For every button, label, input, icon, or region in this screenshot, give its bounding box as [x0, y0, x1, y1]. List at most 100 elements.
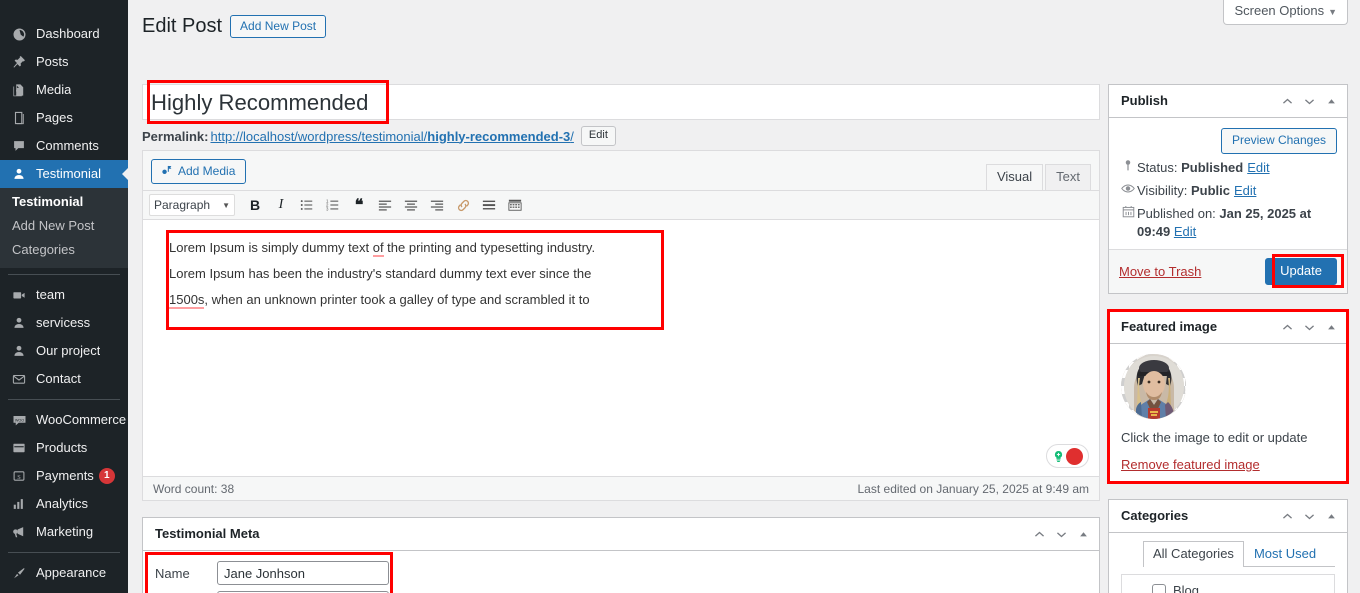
analytics-icon	[9, 494, 29, 514]
bold-icon[interactable]: B	[243, 194, 267, 216]
sidebar-item-team[interactable]: team	[0, 281, 128, 309]
move-down-icon[interactable]	[1051, 524, 1071, 544]
sidebar-item-label: Products	[36, 440, 88, 455]
post-title-input[interactable]	[143, 85, 1099, 121]
editor-tabs: Visual Text	[984, 164, 1091, 190]
move-to-trash-link[interactable]: Move to Trash	[1119, 264, 1201, 279]
chevron-down-icon: ▼	[222, 200, 230, 210]
sidebar-item-label: Dashboard	[36, 26, 100, 41]
admin-sidebar: Dashboard Posts Media Pages Comments Tes…	[0, 0, 128, 593]
sidebar-item-marketing[interactable]: Marketing	[0, 518, 128, 546]
featured-image-thumbnail[interactable]	[1121, 354, 1186, 419]
sidebar-item-servicess[interactable]: servicess	[0, 309, 128, 337]
sidebar-item-comments[interactable]: Comments	[0, 132, 128, 160]
submenu-item-testimonial[interactable]: Testimonial	[0, 190, 128, 214]
sidebar-item-label: Pages	[36, 110, 73, 125]
blockquote-icon[interactable]: ❝	[347, 194, 371, 216]
sidebar-item-our-project[interactable]: Our project	[0, 337, 128, 365]
tab-all-categories[interactable]: All Categories	[1143, 541, 1244, 567]
sidebar-item-media[interactable]: Media	[0, 76, 128, 104]
toggle-panel-icon[interactable]	[1321, 506, 1341, 526]
submenu-item-add-new-post[interactable]: Add New Post	[0, 214, 128, 238]
published-on-row: Published on: Jan 25, 2025 at 09:49 Edit	[1119, 200, 1337, 241]
align-center-icon[interactable]	[399, 194, 423, 216]
sidebar-item-pages[interactable]: Pages	[0, 104, 128, 132]
bulleted-list-icon[interactable]	[295, 194, 319, 216]
grammarly-widget[interactable]	[1046, 444, 1089, 468]
remove-featured-image-link[interactable]: Remove featured image	[1121, 457, 1335, 472]
publish-body: Preview Changes Status: Published Edit V…	[1109, 118, 1347, 249]
move-up-icon[interactable]	[1277, 91, 1297, 111]
numbered-list-icon[interactable]: 123	[321, 194, 345, 216]
edit-permalink-button[interactable]: Edit	[580, 126, 616, 146]
woocommerce-icon: WOO	[9, 410, 29, 430]
move-down-icon[interactable]	[1299, 91, 1319, 111]
add-media-label: Add Media	[178, 163, 236, 178]
add-new-post-button[interactable]: Add New Post	[230, 14, 327, 38]
sidebar-item-analytics[interactable]: Analytics	[0, 490, 128, 518]
testimonial-name-input[interactable]	[217, 561, 389, 585]
status-value: Published	[1181, 160, 1244, 175]
publish-actions: Move to Trash Update	[1109, 249, 1347, 293]
sidebar-item-contact[interactable]: Contact	[0, 365, 128, 393]
testimonial-meta-title: Testimonial Meta	[155, 526, 260, 541]
sidebar-item-label: WooCommerce	[36, 412, 127, 427]
comments-icon	[9, 136, 29, 156]
sidebar-item-payments[interactable]: S Payments 1	[0, 462, 128, 490]
screen-options-button[interactable]: Screen Options ▼	[1223, 0, 1348, 25]
sidebar-item-appearance[interactable]: Appearance	[0, 559, 128, 587]
svg-text:S: S	[17, 474, 21, 481]
tab-visual[interactable]: Visual	[985, 164, 1044, 190]
edit-published-link[interactable]: Edit	[1174, 224, 1196, 239]
sidebar-item-woocommerce[interactable]: WOO WooCommerce	[0, 406, 128, 434]
align-left-icon[interactable]	[373, 194, 397, 216]
add-media-button[interactable]: Add Media	[151, 158, 247, 184]
tab-most-used[interactable]: Most Used	[1244, 541, 1326, 567]
move-up-icon[interactable]	[1277, 506, 1297, 526]
main-content: Screen Options▼ Edit Post Add New Post P…	[128, 0, 1360, 593]
sidebar-item-posts[interactable]: Posts	[0, 48, 128, 76]
sidebar-divider	[8, 399, 120, 400]
brush-icon	[9, 563, 29, 583]
submenu-item-categories[interactable]: Categories	[0, 238, 128, 262]
user-icon	[9, 164, 29, 184]
testimonial-submenu: Testimonial Add New Post Categories	[0, 188, 128, 268]
italic-icon[interactable]: I	[269, 194, 293, 216]
sidebar-item-label: Contact	[36, 371, 81, 386]
mail-icon	[9, 369, 29, 389]
sidebar-item-yith[interactable]: 11 YITH	[0, 587, 128, 593]
move-up-icon[interactable]	[1029, 524, 1049, 544]
edit-visibility-link[interactable]: Edit	[1234, 182, 1256, 200]
sidebar-item-label: Payments	[36, 468, 94, 483]
preview-changes-button[interactable]: Preview Changes	[1220, 128, 1337, 154]
featured-image-header: Featured image	[1109, 311, 1347, 344]
move-down-icon[interactable]	[1299, 317, 1319, 337]
list-item[interactable]: Blog	[1130, 581, 1326, 593]
editor-canvas[interactable]: Lorem Ipsum is simply dummy text of the …	[143, 220, 1099, 476]
move-down-icon[interactable]	[1299, 506, 1319, 526]
checkbox-blog[interactable]	[1152, 584, 1166, 593]
update-button[interactable]: Update	[1265, 258, 1337, 285]
toggle-panel-icon[interactable]	[1073, 524, 1093, 544]
move-up-icon[interactable]	[1277, 317, 1297, 337]
right-sidebar: Publish Preview Changes Status: Publishe…	[1107, 84, 1349, 593]
eye-icon	[1119, 182, 1137, 195]
toggle-panel-icon[interactable]	[1321, 317, 1341, 337]
permalink-link[interactable]: http://localhost/wordpress/testimonial/h…	[210, 129, 573, 144]
sidebar-item-label: Marketing	[36, 524, 94, 539]
link-icon[interactable]	[451, 194, 475, 216]
sidebar-item-testimonial[interactable]: Testimonial	[0, 160, 128, 188]
read-more-icon[interactable]	[477, 194, 501, 216]
featured-image-title: Featured image	[1121, 319, 1218, 334]
sidebar-item-label: servicess	[36, 315, 91, 330]
sidebar-item-dashboard[interactable]: Dashboard	[0, 20, 128, 48]
toolbar-toggle-icon[interactable]	[503, 194, 527, 216]
sidebar-item-label: Analytics	[36, 496, 89, 511]
publish-box: Publish Preview Changes Status: Publishe…	[1108, 84, 1348, 294]
tab-text[interactable]: Text	[1045, 164, 1091, 190]
align-right-icon[interactable]	[425, 194, 449, 216]
sidebar-item-products[interactable]: Products	[0, 434, 128, 462]
paragraph-format-select[interactable]: Paragraph ▼	[149, 194, 235, 216]
edit-status-link[interactable]: Edit	[1247, 159, 1269, 177]
toggle-panel-icon[interactable]	[1321, 91, 1341, 111]
